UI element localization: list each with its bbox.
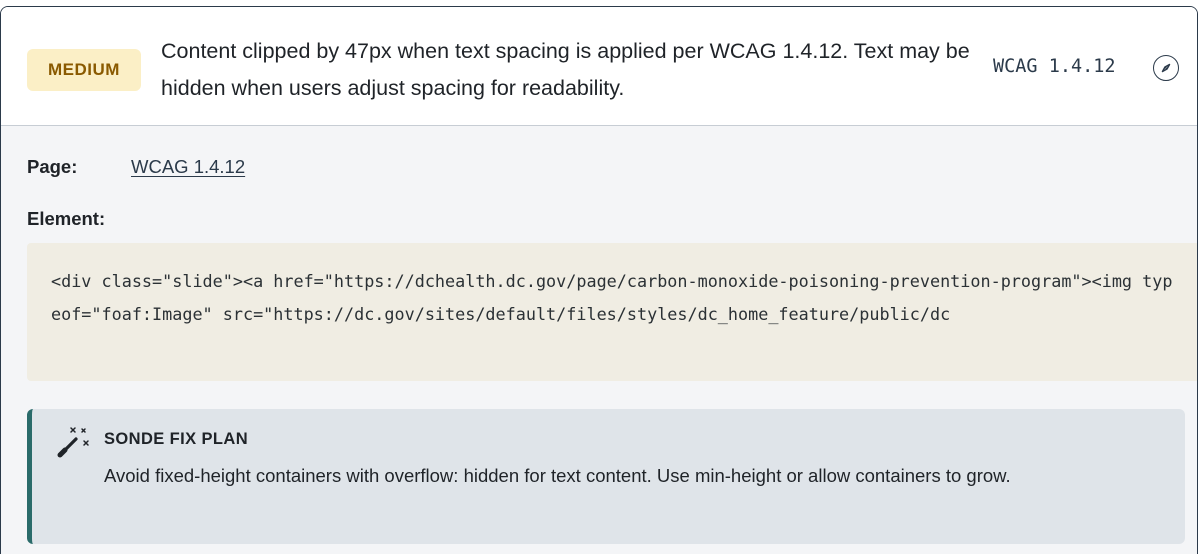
compass-icon[interactable] xyxy=(1153,55,1179,81)
magic-wand-icon xyxy=(56,425,94,459)
page-link[interactable]: WCAG 1.4.12 xyxy=(131,156,245,178)
fix-plan-text: Avoid fixed-height containers with overf… xyxy=(104,465,1011,486)
fix-plan-panel: SONDE FIX PLAN Avoid fixed-height contai… xyxy=(27,409,1185,544)
issue-description: Content clipped by 47px when text spacin… xyxy=(161,39,970,100)
element-code: <div class="slide"><a href="https://dche… xyxy=(27,243,1197,381)
issue-header[interactable]: MEDIUM Content clipped by 47px when text… xyxy=(1,7,1197,126)
wcag-reference: WCAG 1.4.12 xyxy=(993,56,1116,77)
issue-card: MEDIUM Content clipped by 47px when text… xyxy=(0,6,1198,554)
severity-badge: MEDIUM xyxy=(27,49,141,91)
element-label: Element: xyxy=(27,208,106,229)
issue-details: Page: WCAG 1.4.12 Element: <div class="s… xyxy=(1,126,1197,554)
page-label: Page: xyxy=(27,156,78,177)
fix-plan-title: SONDE FIX PLAN xyxy=(104,430,249,448)
